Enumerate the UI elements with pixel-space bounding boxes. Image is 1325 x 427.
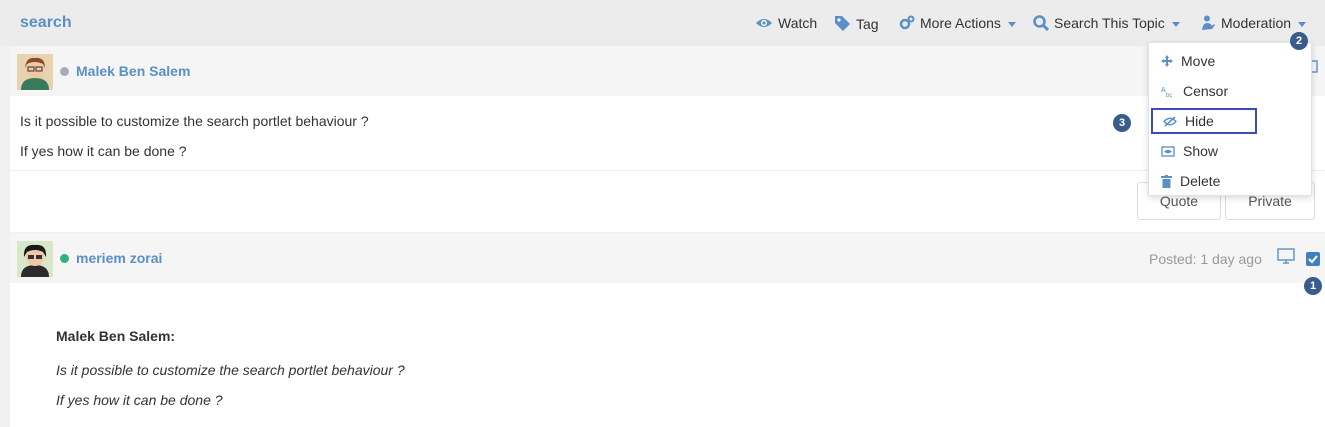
menu-item-label: Hide — [1185, 113, 1214, 129]
menu-item-show[interactable]: Show — [1151, 138, 1257, 164]
move-icon — [1161, 55, 1173, 67]
status-offline-dot — [60, 67, 69, 76]
divider — [10, 170, 1325, 171]
quote-author: Malek Ben Salem: — [56, 328, 176, 344]
tag-button[interactable]: Tag — [834, 15, 879, 32]
eye-slash-icon — [1163, 115, 1177, 127]
topic-title: search — [20, 14, 72, 31]
search-topic-label: Search This Topic — [1054, 15, 1165, 31]
moderator-icon — [1202, 15, 1215, 30]
author-name[interactable]: Malek Ben Salem — [76, 63, 190, 79]
tag-label: Tag — [856, 15, 879, 32]
menu-item-label: Move — [1181, 53, 1216, 69]
checkbox-checked-icon[interactable] — [1306, 252, 1320, 266]
screen-icon[interactable] — [1277, 248, 1295, 265]
eye-icon — [756, 19, 772, 27]
watch-button[interactable]: Watch — [755, 15, 817, 31]
avatar — [17, 54, 53, 90]
trash-icon — [1161, 174, 1172, 188]
step-badge: 3 — [1113, 114, 1131, 132]
menu-item-label: Censor — [1183, 83, 1229, 99]
post-header: meriem zorai Posted: 1 day ago — [10, 233, 1325, 283]
menu-item-label: Show — [1183, 143, 1219, 159]
quote-line: Is it possible to customize the search p… — [56, 362, 405, 378]
search-icon — [1033, 15, 1049, 31]
chevron-down-icon — [1007, 21, 1016, 27]
menu-item-delete[interactable]: Delete — [1151, 168, 1257, 194]
topic-toolbar: search Watch Tag More Actions Search Thi… — [0, 0, 1325, 46]
more-actions-label: More Actions — [920, 15, 1001, 31]
author-name[interactable]: meriem zorai — [76, 250, 162, 266]
post-card: Malek Ben Salem Is it possible to custom… — [10, 46, 1325, 232]
show-icon — [1161, 145, 1175, 157]
gears-icon — [899, 15, 915, 30]
chevron-down-icon — [1298, 21, 1307, 27]
chevron-down-icon — [1171, 21, 1180, 27]
status-online-dot — [60, 254, 69, 263]
post-text-line: If yes how it can be done ? — [20, 143, 187, 159]
tag-icon — [835, 16, 850, 31]
menu-item-label: Delete — [1180, 173, 1221, 189]
post-card: meriem zorai Posted: 1 day ago Malek Ben… — [10, 233, 1325, 427]
post-text-line: Is it possible to customize the search p… — [20, 113, 369, 129]
svg-text:bc: bc — [1166, 93, 1172, 98]
menu-item-hide[interactable]: Hide — [1151, 108, 1257, 134]
moderation-label: Moderation — [1221, 15, 1292, 31]
more-actions-dropdown[interactable]: More Actions — [899, 15, 1016, 31]
quote-line: If yes how it can be done ? — [56, 392, 223, 408]
moderation-dropdown[interactable]: Moderation — [1200, 15, 1307, 31]
menu-item-move[interactable]: Move — [1151, 48, 1257, 74]
moderation-menu: Move Abc Censor Hide Show Delete — [1148, 42, 1312, 196]
menu-item-censor[interactable]: Abc Censor — [1151, 78, 1257, 104]
post-header: Malek Ben Salem — [10, 46, 1325, 96]
avatar — [17, 241, 53, 277]
watch-label: Watch — [778, 15, 818, 31]
posted-time: Posted: 1 day ago — [1149, 251, 1262, 267]
censor-icon: Abc — [1161, 87, 1172, 98]
step-badge: 1 — [1304, 277, 1322, 295]
step-badge: 2 — [1290, 32, 1308, 50]
search-topic-dropdown[interactable]: Search This Topic — [1033, 15, 1180, 31]
